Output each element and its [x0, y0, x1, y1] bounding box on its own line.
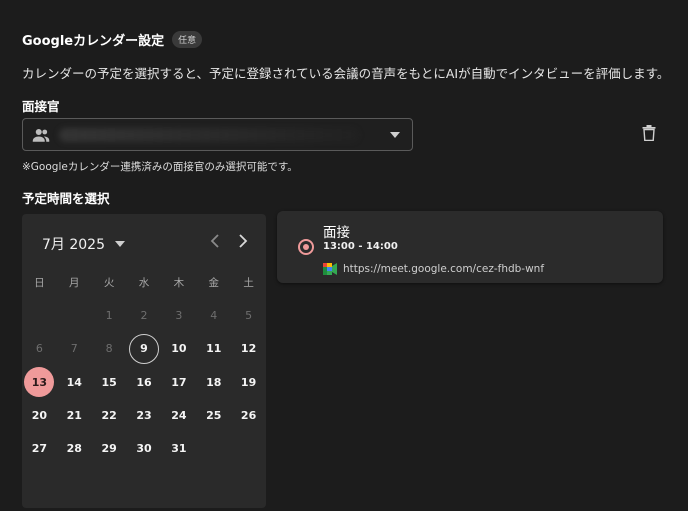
day-7: 7 [70, 342, 78, 356]
day-3: 3 [175, 309, 183, 323]
weekday-label: 土 [243, 277, 254, 290]
month-navigation [210, 234, 248, 248]
day-cell: 3 [161, 299, 196, 332]
day-6: 6 [35, 342, 43, 356]
day-cell: 28 [57, 432, 92, 465]
day-cell: 15 [92, 366, 127, 399]
weekday-label: 火 [103, 277, 115, 290]
day-cell: 16 [127, 366, 162, 399]
day-28[interactable]: 28 [59, 434, 89, 464]
day-cell: 17 [161, 366, 196, 399]
day-cell: 30 [127, 432, 162, 465]
section-title-text: Googleカレンダー設定 [22, 34, 165, 49]
calendar-grid: 日月火水木金土 1 2 3 4 5 6 7 8 9 10 11 12 13 14 15 16 17 18 19 20 21… [22, 266, 266, 465]
chevron-right-icon[interactable] [238, 234, 248, 248]
trash-icon[interactable] [642, 125, 656, 141]
day-cell: 22 [92, 399, 127, 432]
event-time: 13:00 - 14:00 [323, 241, 398, 252]
day-31[interactable]: 31 [164, 434, 194, 464]
day-cell: 26 [231, 399, 266, 432]
day-24[interactable]: 24 [164, 400, 194, 430]
day-4: 4 [210, 309, 218, 323]
day-27[interactable]: 27 [24, 434, 54, 464]
day-13[interactable]: 13 [24, 367, 55, 398]
day-15[interactable]: 15 [94, 367, 124, 397]
day-26[interactable]: 26 [234, 400, 264, 430]
optional-badge: 任意 [172, 31, 203, 48]
description-text: カレンダーの予定を選択すると、予定に登録されている会議の音声をもとにAIが自動で… [22, 66, 670, 81]
event-radio[interactable] [298, 239, 314, 255]
day-14[interactable]: 14 [59, 367, 89, 397]
day-21[interactable]: 21 [59, 400, 89, 430]
day-10[interactable]: 10 [164, 334, 194, 364]
day-cell: 23 [127, 399, 162, 432]
day-20[interactable]: 20 [24, 400, 54, 430]
day-29[interactable]: 29 [94, 434, 124, 464]
day-cell: 19 [231, 366, 266, 399]
person-group-icon [32, 129, 50, 142]
weekday-label: 金 [208, 277, 219, 290]
interviewer-label: 面接官 [22, 99, 60, 114]
day-9[interactable]: 9 [129, 333, 159, 364]
day-cell: 6 [22, 332, 57, 365]
day-11[interactable]: 11 [199, 334, 229, 364]
day-cell: 13 [22, 366, 57, 399]
day-18[interactable]: 18 [199, 367, 229, 397]
weekday-label: 日 [34, 277, 45, 290]
day-16[interactable]: 16 [129, 367, 159, 397]
schedule-label: 予定時間を選択 [22, 191, 110, 206]
day-2: 2 [140, 309, 148, 323]
day-17[interactable]: 17 [164, 367, 194, 397]
section-title: Googleカレンダー設定 任意 [22, 30, 203, 49]
day-cell: 11 [196, 332, 231, 365]
meet-link[interactable]: https://meet.google.com/cez-fhdb-wnf [343, 263, 544, 275]
day-cell: 29 [92, 432, 127, 465]
day-19[interactable]: 19 [234, 367, 264, 397]
event-card[interactable]: 面接 13:00 - 14:00 https://meet.google.com… [277, 211, 663, 283]
day-cell: 4 [196, 299, 231, 332]
day-25[interactable]: 25 [199, 400, 229, 430]
interviewer-note: ※Googleカレンダー連携済みの面接官のみ選択可能です。 [22, 161, 298, 173]
day-cell: 8 [92, 332, 127, 365]
day-cell: 9 [127, 332, 162, 365]
weekday-label: 水 [138, 277, 150, 290]
day-cell: 24 [161, 399, 196, 432]
weekday-label: 月 [69, 277, 80, 290]
day-cell: 25 [196, 399, 231, 432]
event-title: 面接 [323, 225, 350, 241]
day-5: 5 [245, 309, 253, 323]
day-cell: 10 [161, 332, 196, 365]
day-cell: 20 [22, 399, 57, 432]
day-12[interactable]: 12 [234, 334, 264, 364]
date-picker: 7月 2025 日月火水木金土 1 2 3 4 5 6 7 8 9 10 11 12 13 14 15 16 17… [22, 214, 266, 508]
empty-cell [57, 299, 92, 332]
month-selector[interactable]: 7月 2025 [42, 234, 125, 254]
selected-interviewer-value [59, 128, 359, 142]
day-cell: 2 [127, 299, 162, 332]
day-cell: 21 [57, 399, 92, 432]
day-cell: 1 [92, 299, 127, 332]
chevron-left-icon[interactable] [210, 234, 220, 248]
calendar-settings-page: Googleカレンダー設定 任意 カレンダーの予定を選択すると、予定に登録されて… [0, 0, 688, 511]
interviewer-select[interactable] [22, 118, 413, 151]
day-22[interactable]: 22 [94, 400, 124, 430]
day-cell: 14 [57, 366, 92, 399]
chevron-down-icon [390, 132, 400, 138]
day-cell: 18 [196, 366, 231, 399]
month-label: 7月 2025 [42, 237, 105, 253]
day-cell: 12 [231, 332, 266, 365]
day-cell: 27 [22, 432, 57, 465]
day-cell: 5 [231, 299, 266, 332]
empty-cell [22, 299, 57, 332]
day-23[interactable]: 23 [129, 400, 159, 430]
day-1: 1 [105, 309, 113, 323]
google-meet-icon [323, 263, 337, 275]
day-cell: 31 [161, 432, 196, 465]
weekday-label: 木 [173, 277, 185, 290]
day-30[interactable]: 30 [129, 434, 159, 464]
chevron-down-icon [115, 241, 125, 247]
day-cell: 7 [57, 332, 92, 365]
day-8: 8 [105, 342, 113, 356]
